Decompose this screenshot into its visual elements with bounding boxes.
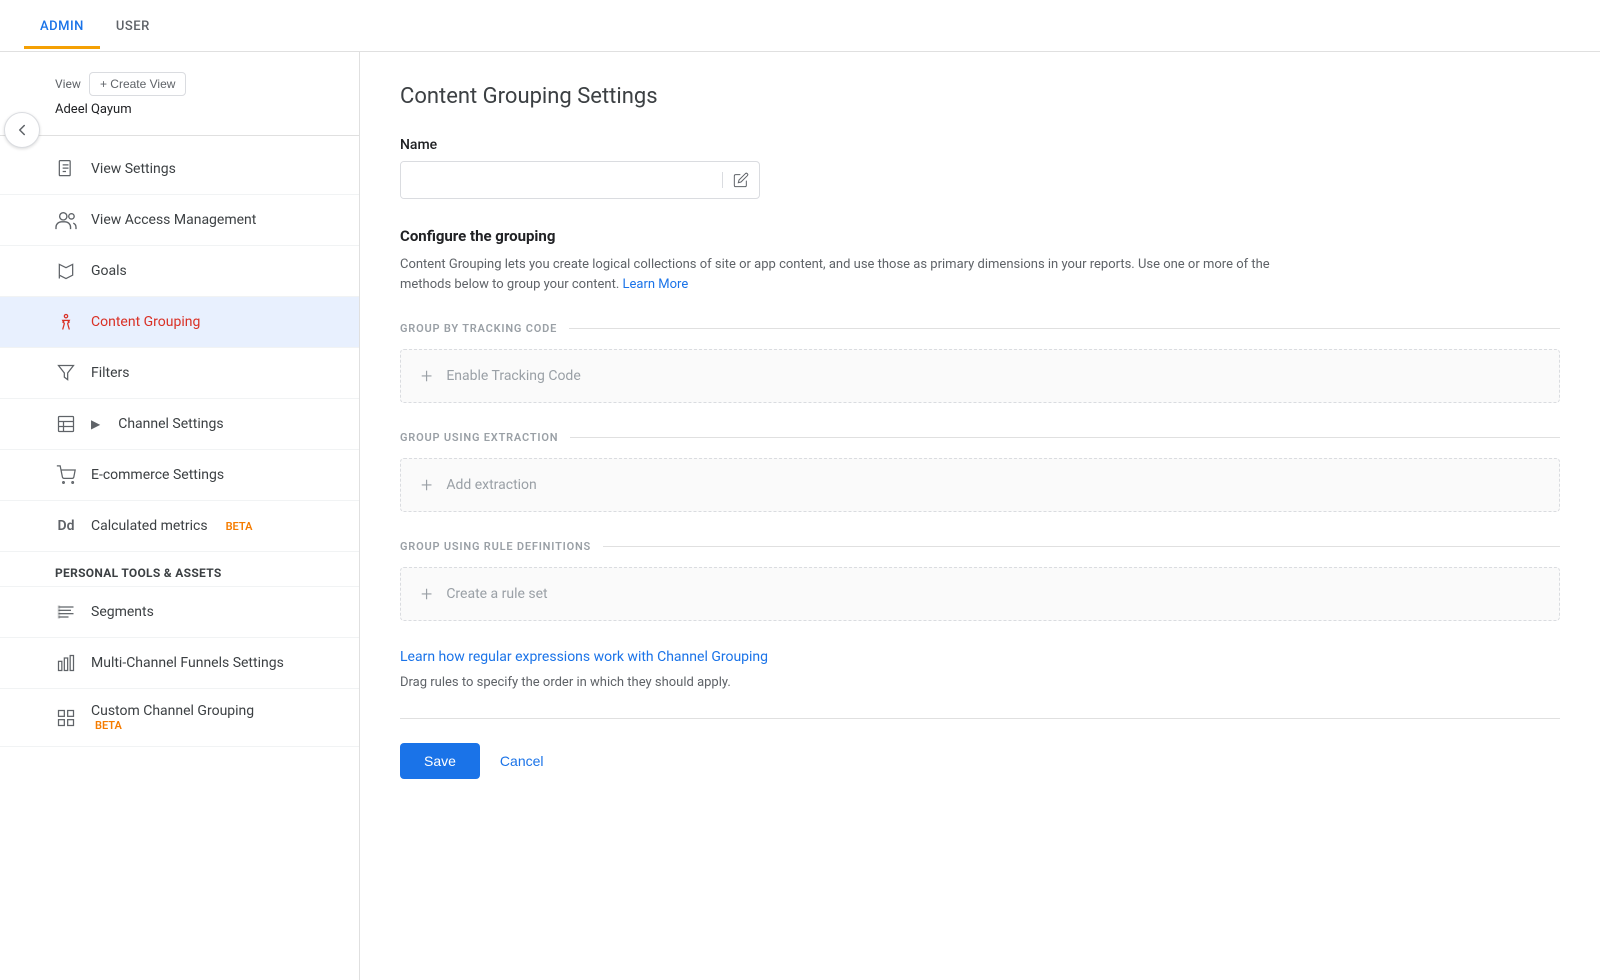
table-icon [55,413,77,435]
extraction-section-header: GROUP USING EXTRACTION [400,431,1560,444]
dd-icon: Dd [55,515,77,537]
cancel-button[interactable]: Cancel [500,753,544,769]
sidebar-label-goals: Goals [91,263,127,279]
back-button[interactable] [4,112,40,148]
rule-set-add-text: Create a rule set [446,586,547,602]
sidebar-item-content-grouping[interactable]: Content Grouping [0,297,359,348]
tab-admin[interactable]: ADMIN [24,3,100,49]
content-area: Content Grouping Settings Name Configure… [360,52,1600,980]
create-rule-set-box[interactable]: + Create a rule set [400,567,1560,621]
tracking-code-section-header: GROUP BY TRACKING CODE [400,322,1560,335]
configure-desc: Content Grouping lets you create logical… [400,255,1300,294]
extraction-label: GROUP USING EXTRACTION [400,431,558,444]
rule-definitions-section-header: GROUP USING RULE DEFINITIONS [400,540,1560,553]
sidebar-item-calculated-metrics[interactable]: Dd Calculated metrics BETA [0,501,359,552]
edit-icon [722,172,759,188]
sidebar-item-view-access[interactable]: View Access Management [0,195,359,246]
configure-title: Configure the grouping [400,227,1560,245]
sidebar-header: View + Create View Adeel Qayum [0,52,359,127]
add-extraction-box[interactable]: + Add extraction [400,458,1560,512]
rule-definitions-label: GROUP USING RULE DEFINITIONS [400,540,591,553]
sidebar-label-calculated-metrics: Calculated metrics [91,518,208,534]
view-label: View + Create View [55,72,339,96]
person-run-icon [55,311,77,333]
name-input[interactable] [401,162,722,198]
filter-icon [55,362,77,384]
plus-icon-extraction: + [421,475,432,495]
name-input-wrapper [400,161,760,199]
sidebar-item-goals[interactable]: Goals [0,246,359,297]
document-icon [55,158,77,180]
plus-icon-tracking: + [421,366,432,386]
sidebar-label-view-access: View Access Management [91,212,256,228]
create-view-button[interactable]: + Create View [89,72,187,96]
tab-user[interactable]: USER [100,3,166,49]
sidebar-item-channel-settings[interactable]: ▶ Channel Settings [0,399,359,450]
sidebar-item-segments[interactable]: Segments [0,587,359,638]
sidebar-item-custom-channel[interactable]: Custom Channel Grouping BETA [0,689,359,747]
extraction-add-text: Add extraction [446,477,536,493]
tracking-code-add-text: Enable Tracking Code [446,368,580,384]
personal-tools-header: PERSONAL TOOLS & ASSETS [0,552,359,587]
sidebar-label-content-grouping: Content Grouping [91,314,200,330]
sidebar: View + Create View Adeel Qayum View Sett… [0,52,360,980]
calculated-metrics-beta-badge: BETA [226,520,253,533]
sidebar-item-filters[interactable]: Filters [0,348,359,399]
sidebar-item-multichannel[interactable]: Multi-Channel Funnels Settings [0,638,359,689]
plus-icon-rules: + [421,584,432,604]
page-title: Content Grouping Settings [400,84,1560,109]
drag-hint-text: Drag rules to specify the order in which… [400,675,1560,690]
sidebar-label-segments: Segments [91,604,154,620]
grid-icon [55,707,77,729]
flag-icon [55,260,77,282]
sidebar-label-filters: Filters [91,365,130,381]
view-name: Adeel Qayum [55,102,339,117]
learn-more-link[interactable]: Learn More [623,277,689,292]
enable-tracking-code-box[interactable]: + Enable Tracking Code [400,349,1560,403]
custom-channel-beta-badge: BETA [95,719,254,732]
view-text: View [55,77,81,91]
people-icon [55,209,77,231]
channel-chevron-icon: ▶ [91,417,100,431]
sidebar-label-multichannel: Multi-Channel Funnels Settings [91,655,284,671]
sidebar-label-view-settings: View Settings [91,161,176,177]
main-layout: View + Create View Adeel Qayum View Sett… [0,52,1600,980]
sidebar-label-custom-channel: Custom Channel Grouping [91,703,254,719]
sidebar-divider [0,135,359,136]
name-field-label: Name [400,137,1560,153]
save-button[interactable]: Save [400,743,480,779]
list-icon [55,601,77,623]
action-buttons: Save Cancel [400,743,1560,779]
content-divider [400,718,1560,719]
sidebar-item-ecommerce[interactable]: E-commerce Settings [0,450,359,501]
sidebar-label-ecommerce: E-commerce Settings [91,467,224,483]
tracking-code-label: GROUP BY TRACKING CODE [400,322,557,335]
cart-icon [55,464,77,486]
top-navigation: ADMIN USER [0,0,1600,52]
sidebar-label-channel-settings: Channel Settings [118,416,223,432]
bar-chart-icon [55,652,77,674]
learn-regex-link[interactable]: Learn how regular expressions work with … [400,649,1560,665]
sidebar-item-view-settings[interactable]: View Settings [0,144,359,195]
